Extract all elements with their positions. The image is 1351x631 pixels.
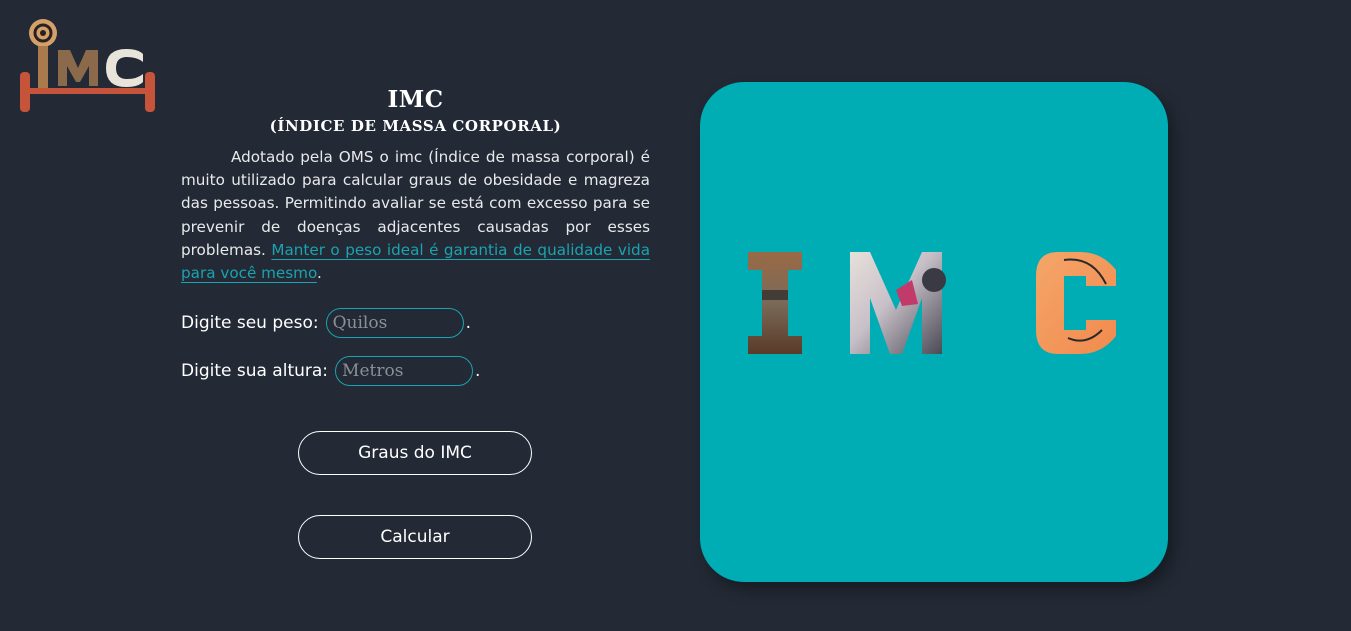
- weight-label: Digite seu peso:: [181, 313, 319, 334]
- card-art-text: IMC: [700, 82, 701, 83]
- imc-image-card: IMC: [700, 82, 1168, 582]
- page: IMC IMC (ÍNDICE DE MASSA CORPORAL) Adota…: [0, 0, 1351, 631]
- height-row: Digite sua altura: .: [181, 354, 650, 388]
- highlight-end: .: [317, 264, 322, 283]
- logo-dumbbell-icon: [20, 19, 155, 112]
- imc-collage-image: [748, 252, 1116, 354]
- logo[interactable]: IMC: [18, 16, 158, 116]
- weight-input[interactable]: [325, 308, 464, 339]
- intro-section: IMC (ÍNDICE DE MASSA CORPORAL) Adotado p…: [181, 86, 650, 388]
- weight-dot: .: [465, 313, 471, 334]
- weight-row: Digite seu peso: .: [181, 306, 650, 340]
- height-label: Digite sua altura:: [181, 361, 329, 382]
- height-input[interactable]: [335, 356, 474, 387]
- page-title: IMC: [387, 86, 444, 113]
- intro-description: Adotado pela OMS o imc (Índice de massa …: [181, 146, 650, 285]
- imc-grades-button[interactable]: Graus do IMC: [298, 431, 532, 475]
- height-dot: .: [475, 361, 481, 382]
- calculate-button[interactable]: Calcular: [298, 515, 532, 559]
- logo-text: IMC: [158, 16, 159, 17]
- page-subtitle: (ÍNDICE DE MASSA CORPORAL): [269, 117, 562, 135]
